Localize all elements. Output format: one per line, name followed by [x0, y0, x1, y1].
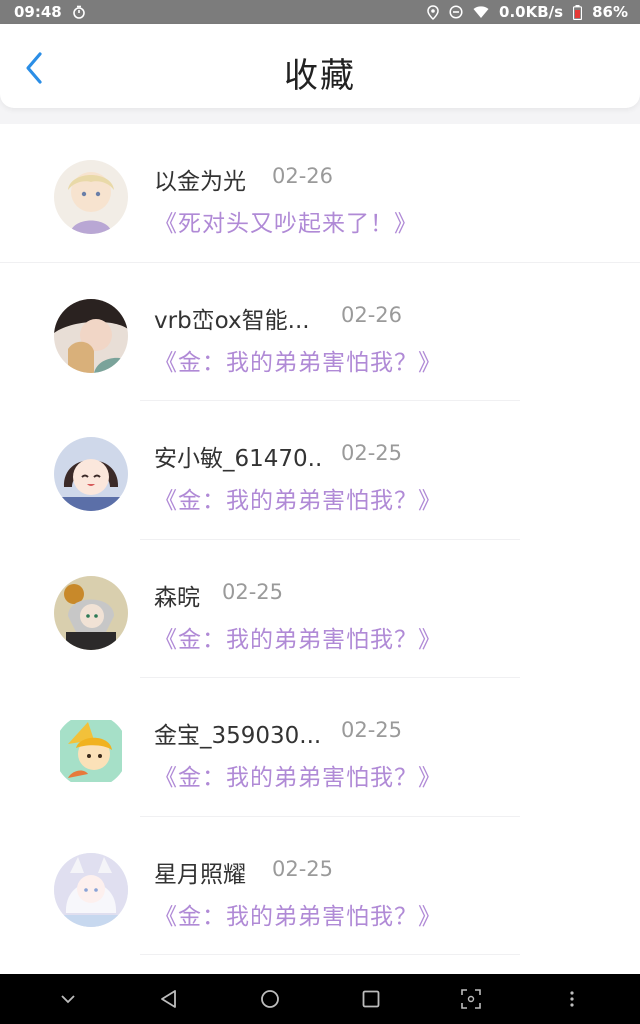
list-item[interactable]: 安小敏_61470.. 02-25 《金：我的弟弟害怕我？》 [0, 401, 640, 540]
post-date: 02-25 [341, 441, 403, 465]
author-name: 以金为光 [154, 169, 246, 195]
list-item[interactable]: 星月照耀 02-25 《金：我的弟弟害怕我？》 [0, 817, 640, 955]
story-title[interactable]: 《金：我的弟弟害怕我？》 [154, 481, 442, 515]
more-dots-icon[interactable] [560, 987, 584, 1011]
list-item[interactable]: 金宝_359030... 02-25 《金：我的弟弟害怕我？》 [0, 678, 640, 817]
status-bar: 09:48 0.0KB/s 86% [0, 0, 640, 24]
header: 收藏 [0, 24, 640, 108]
story-title[interactable]: 《金：我的弟弟害怕我？》 [154, 343, 442, 377]
navigation-bar [0, 974, 640, 1024]
post-date: 02-25 [222, 579, 284, 604]
avatar [54, 575, 128, 650]
list-item[interactable]: vrb峦ox智能... 02-26 《金：我的弟弟害怕我？》 [0, 263, 640, 401]
list-item[interactable]: 森晥 02-25 《金：我的弟弟害怕我？》 [0, 540, 640, 678]
status-time: 09:48 [14, 3, 62, 21]
battery-icon [573, 4, 583, 20]
divider [140, 954, 520, 955]
home-circle-icon[interactable] [258, 987, 282, 1011]
avatar [54, 298, 128, 373]
avatar [54, 714, 128, 788]
timer-icon [72, 5, 86, 19]
author-name: vrb峦ox智能... [154, 307, 310, 334]
story-title[interactable]: 《金：我的弟弟害怕我？》 [154, 620, 442, 654]
author-name: 安小敏_61470.. [154, 446, 323, 472]
post-date: 02-25 [272, 856, 334, 881]
battery-percent: 86% [592, 3, 628, 21]
avatar [54, 852, 128, 927]
post-date: 02-26 [272, 164, 334, 188]
story-title[interactable]: 《死对头又吵起来了！》 [154, 204, 418, 238]
status-left: 09:48 [14, 3, 86, 21]
avatar [54, 437, 128, 511]
story-title[interactable]: 《金：我的弟弟害怕我？》 [154, 897, 442, 931]
recents-square-icon[interactable] [359, 987, 383, 1011]
location-icon [427, 4, 439, 20]
wifi-icon [473, 5, 489, 19]
author-name: 金宝_359030... [154, 723, 322, 749]
collapse-icon[interactable] [56, 987, 80, 1011]
post-date: 02-25 [341, 718, 403, 742]
favorites-list: 以金为光 02-26 《死对头又吵起来了！》 vrb峦ox智能... 02-26… [0, 124, 640, 974]
dnd-icon [449, 5, 463, 19]
post-date: 02-26 [341, 302, 403, 327]
list-item[interactable]: 以金为光 02-26 《死对头又吵起来了！》 [0, 124, 640, 263]
network-speed: 0.0KB/s [499, 3, 564, 21]
status-right: 0.0KB/s 86% [427, 3, 628, 21]
back-triangle-icon[interactable] [157, 987, 181, 1011]
screenshot-icon[interactable] [459, 987, 483, 1011]
avatar [54, 160, 128, 234]
author-name: 森晥 [154, 584, 200, 611]
story-title[interactable]: 《金：我的弟弟害怕我？》 [154, 758, 442, 792]
page-title: 收藏 [284, 56, 356, 96]
author-name: 星月照耀 [154, 861, 246, 888]
